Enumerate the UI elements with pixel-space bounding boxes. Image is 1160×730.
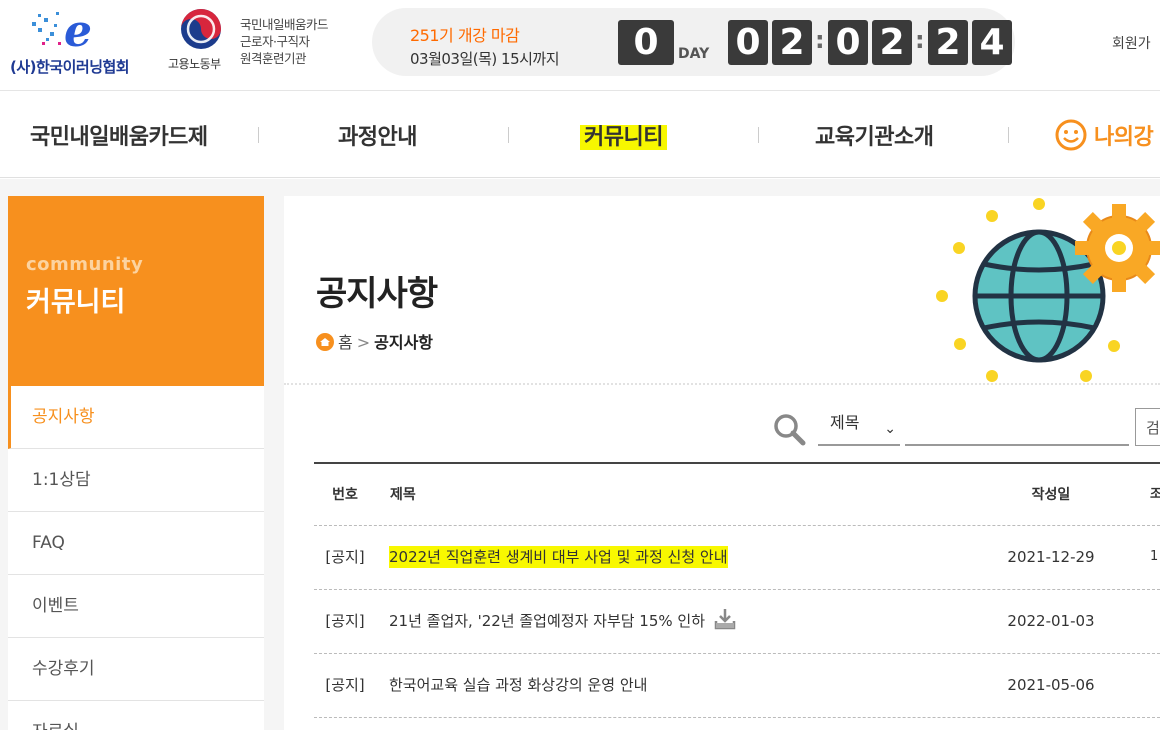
countdown-deadline: 03월03일(목) 15시까지	[410, 50, 560, 68]
nav-divider	[1008, 127, 1009, 143]
chevron-down-icon: ⌄	[884, 421, 896, 437]
nav-divider	[258, 127, 259, 143]
countdown-seconds-ones: 4	[972, 20, 1012, 65]
row-views: 1	[1150, 549, 1159, 564]
chevron-right-icon: >	[356, 333, 371, 352]
table-row[interactable]: [공지] 한국어교육 실습 과정 화상강의 운영 안내 2021-05-06	[314, 654, 1160, 718]
global-nav: 국민내일배움카드제 과정안내 커뮤니티 교육기관소개 나의강	[0, 90, 1160, 178]
nav-community[interactable]: 커뮤니티	[580, 119, 667, 151]
svg-text:e: e	[64, 8, 92, 54]
col-date: 작성일	[1031, 487, 1071, 503]
nav-course-info[interactable]: 과정안내	[338, 119, 417, 151]
sidebar-item-archive[interactable]: 자료실	[8, 701, 264, 730]
row-title-link[interactable]: 한국어교육 실습 과정 화상강의 운영 안내	[389, 654, 647, 716]
notice-table: 번호 제목 작성일 조 [공지] 2022년 직업훈련 생계비 대부 사업 및 …	[314, 462, 1160, 718]
member-signup-link[interactable]: 회원가	[1112, 33, 1151, 53]
nav-divider	[508, 127, 509, 143]
table-row[interactable]: [공지] 21년 졸업자, '22년 졸업예정자 자부담 15% 인하 2022…	[314, 590, 1160, 654]
row-date: 2021-05-06	[1007, 676, 1095, 694]
colon-separator: :	[815, 26, 825, 54]
sidebar-item-review[interactable]: 수강후기	[8, 638, 264, 701]
countdown-title: 251기 개강 마감	[410, 26, 520, 45]
card-description: 국민내일배움카드 근로자·구직자 원격훈련기관	[240, 16, 329, 67]
sidebar: community 커뮤니티 공지사항 1:1상담 FAQ 이벤트 수강후기 자…	[8, 196, 264, 730]
countdown-days: 0	[618, 20, 674, 65]
nav-divider	[758, 127, 759, 143]
nav-community-label: 커뮤니티	[580, 125, 667, 150]
breadcrumb-current: 공지사항	[374, 333, 434, 352]
row-title-link[interactable]: 21년 졸업자, '22년 졸업예정자 자부담 15% 인하	[389, 590, 737, 652]
org-logo[interactable]: e (사)한국이러닝협회	[8, 6, 153, 76]
table-header: 번호 제목 작성일 조	[314, 462, 1160, 526]
page-title: 공지사항	[316, 274, 438, 314]
ministry-logo[interactable]: 고용노동부 국민내일배움카드 근로자·구직자 원격훈련기관	[168, 8, 368, 78]
divider	[284, 383, 1160, 385]
search-icon	[774, 414, 806, 446]
row-number: [공지]	[325, 548, 365, 566]
card-desc-line3: 원격훈련기관	[240, 51, 307, 66]
day-label: DAY	[678, 46, 710, 62]
col-title: 제목	[390, 487, 416, 503]
row-title-text: 21년 졸업자, '22년 졸업예정자 자부담 15% 인하	[389, 612, 706, 630]
countdown-text: 251기 개강 마감 03월03일(목) 15시까지	[410, 22, 560, 69]
card-desc-line1: 국민내일배움카드	[240, 17, 329, 32]
search-button[interactable]: 검	[1135, 408, 1160, 446]
row-title-link[interactable]: 2022년 직업훈련 생계비 대부 사업 및 과정 신청 안내	[389, 526, 728, 588]
sidebar-item-event[interactable]: 이벤트	[8, 575, 264, 638]
colon-separator: :	[915, 26, 925, 54]
countdown-minutes-ones: 2	[872, 20, 912, 65]
breadcrumb-home[interactable]: 홈	[338, 333, 353, 352]
col-views: 조	[1150, 487, 1160, 502]
elearning-logo-icon: e	[32, 8, 92, 54]
countdown-seconds-tens: 2	[928, 20, 968, 65]
org-name: (사)한국이러닝협회	[10, 58, 130, 76]
smiley-icon	[1055, 119, 1087, 151]
search-input[interactable]	[905, 410, 1129, 446]
row-number: [공지]	[325, 612, 365, 630]
main-content: 공지사항 홈 > 공지사항 제목 ⌄ 검 번호 제목 작성일 조 [공지] 2022…	[284, 196, 1160, 730]
countdown-hours-tens: 0	[728, 20, 768, 65]
globe-gear-illustration	[936, 198, 1160, 382]
col-number: 번호	[332, 487, 358, 503]
ministry-name: 고용노동부	[168, 57, 221, 71]
sidebar-item-notice[interactable]: 공지사항	[8, 386, 264, 449]
sidebar-item-consult[interactable]: 1:1상담	[8, 449, 264, 512]
sidebar-title: 커뮤니티	[26, 287, 126, 318]
download-icon[interactable]	[713, 607, 737, 631]
nav-national-card[interactable]: 국민내일배움카드제	[30, 119, 208, 151]
taeguk-icon	[181, 9, 221, 49]
sidebar-header: community 커뮤니티	[8, 196, 264, 386]
row-date: 2021-12-29	[1007, 548, 1095, 566]
row-number: [공지]	[325, 676, 365, 694]
row-title-text: 2022년 직업훈련 생계비 대부 사업 및 과정 신청 안내	[389, 546, 728, 568]
top-header: e (사)한국이러닝협회 고용노동부 국민내일배움카드 근로자·구직자 원격훈련…	[0, 0, 1160, 90]
sidebar-title-en: community	[26, 254, 144, 275]
table-row[interactable]: [공지] 2022년 직업훈련 생계비 대부 사업 및 과정 신청 안내 202…	[314, 526, 1160, 590]
countdown-minutes-tens: 0	[828, 20, 868, 65]
search-field-selected: 제목	[830, 413, 860, 432]
enrollment-countdown: 251기 개강 마감 03월03일(목) 15시까지 0 DAY 0 2 : 0…	[372, 8, 1015, 76]
sidebar-item-faq[interactable]: FAQ	[8, 512, 264, 575]
countdown-hours-ones: 2	[772, 20, 812, 65]
breadcrumb: 홈 > 공지사항	[316, 329, 433, 353]
nav-institution[interactable]: 교육기관소개	[815, 119, 934, 151]
row-date: 2022-01-03	[1007, 612, 1095, 630]
nav-my-class[interactable]: 나의강	[1094, 119, 1154, 151]
card-desc-line2: 근로자·구직자	[240, 34, 310, 49]
home-icon[interactable]	[316, 333, 334, 351]
search-field-select[interactable]: 제목 ⌄	[818, 410, 900, 446]
